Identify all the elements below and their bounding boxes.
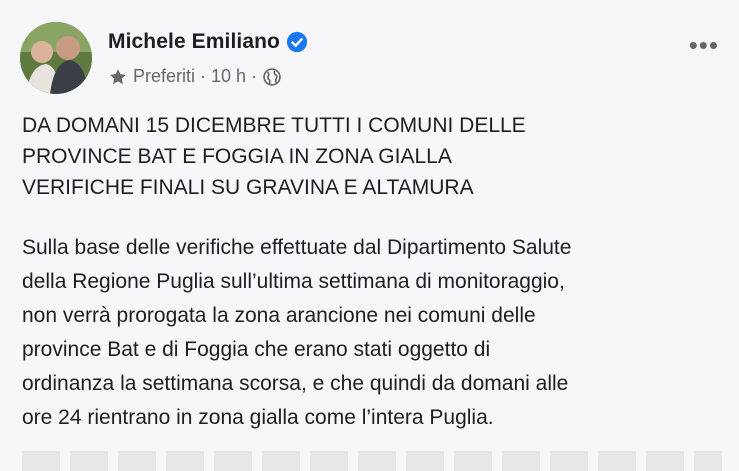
audience-label[interactable]: Preferiti — [133, 66, 195, 87]
body-line: non verrà prorogata la zona arancione ne… — [22, 304, 536, 327]
body-line: ore 24 rientrano in zona gialla come l’i… — [22, 406, 494, 429]
meta-separator-2: · — [251, 66, 258, 86]
post-meta: Preferiti · 10 h · — [108, 66, 282, 87]
post-body: Sulla base delle verifiche effettuate da… — [22, 231, 571, 435]
more-options-icon[interactable]: ••• — [689, 30, 719, 61]
facebook-post: Michele Emiliano Preferiti · 10 h · ••• … — [0, 0, 739, 471]
author-header: Michele Emiliano — [108, 30, 308, 54]
body-line: Sulla base delle verifiche effettuate da… — [22, 236, 572, 259]
body-line: ordinanza la settimana scorsa, e che qui… — [22, 372, 569, 395]
meta-separator: · — [200, 66, 207, 86]
post-headline: DA DOMANI 15 DICEMBRE TUTTI I COMUNI DEL… — [22, 110, 526, 203]
headline-line: PROVINCE BAT E FOGGIA IN ZONA GIALLA — [22, 145, 452, 168]
star-icon — [110, 68, 126, 84]
avatar[interactable] — [20, 22, 92, 94]
headline-line: DA DOMANI 15 DICEMBRE TUTTI I COMUNI DEL… — [22, 114, 526, 137]
post-timestamp[interactable]: 10 h — [211, 66, 246, 87]
globe-icon — [263, 67, 281, 86]
headline-line: VERIFICHE FINALI SU GRAVINA E ALTAMURA — [22, 176, 474, 199]
truncated-text-line — [22, 451, 722, 471]
author-name[interactable]: Michele Emiliano — [108, 30, 280, 54]
verified-badge-icon — [286, 31, 308, 53]
body-line: province Bat e di Foggia che erano stati… — [22, 338, 491, 361]
body-line: della Regione Puglia sull’ultima settima… — [22, 270, 565, 293]
